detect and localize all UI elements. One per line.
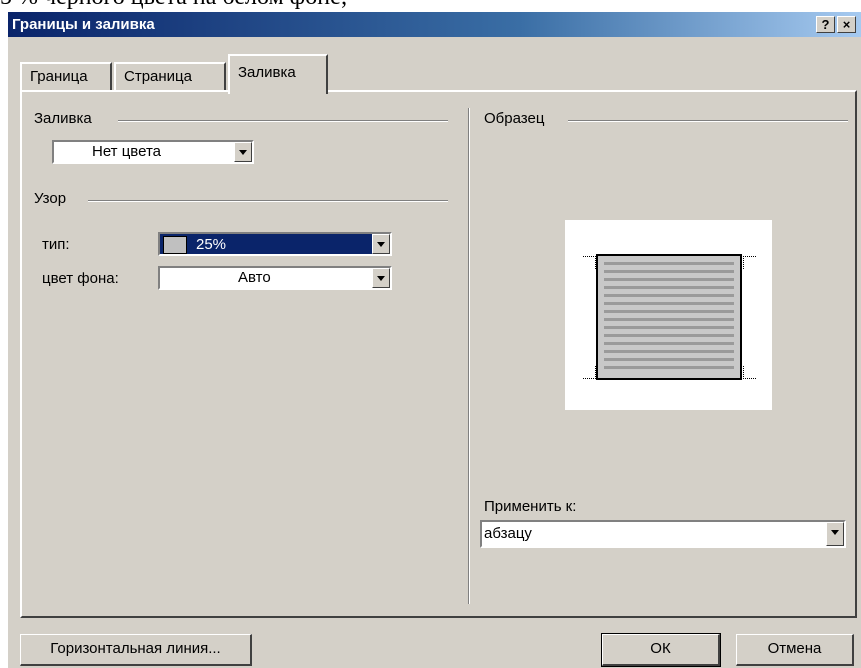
- pattern-type-value: 25%: [196, 236, 227, 253]
- bg-color-value: Авто: [238, 269, 271, 286]
- preview-paragraph-frame: [596, 254, 742, 380]
- close-button[interactable]: ×: [837, 16, 856, 33]
- tab-shading[interactable]: Заливка: [228, 54, 328, 94]
- borders-and-shading-dialog: Границы и заливка ? × Граница Страница З…: [8, 12, 861, 668]
- pattern-swatch: [163, 236, 187, 254]
- tab-shading-label: Заливка: [238, 64, 296, 81]
- bg-color-combo[interactable]: Авто: [158, 266, 392, 290]
- chevron-down-icon[interactable]: [372, 234, 390, 254]
- fill-group-line: [118, 120, 448, 122]
- apply-to-label: Применить к:: [484, 498, 577, 515]
- crop-mark-top-left: [583, 256, 596, 269]
- preview-group-line: [568, 120, 848, 122]
- fill-group-label: Заливка: [34, 110, 98, 127]
- ok-button[interactable]: ОК: [601, 633, 721, 667]
- apply-to-combo[interactable]: абзацу: [480, 520, 846, 548]
- tab-border-label: Граница: [30, 68, 88, 85]
- crop-mark-bottom-left: [583, 366, 596, 379]
- crop-mark-bottom-right: [743, 366, 756, 379]
- fill-color-combo[interactable]: Нет цвета: [52, 140, 254, 164]
- pattern-type-combo[interactable]: 25%: [158, 232, 392, 256]
- preview-text-lines: [604, 262, 734, 372]
- group-separator: [468, 108, 470, 604]
- preview-sample[interactable]: [565, 220, 772, 410]
- pattern-group-label: Узор: [34, 190, 73, 207]
- document-text: 5 % черного цвета на белом фоне;: [0, 0, 861, 10]
- tab-page-label: Страница: [124, 68, 192, 85]
- dialog-title: Границы и заливка: [12, 16, 155, 33]
- tab-border[interactable]: Граница: [20, 62, 112, 92]
- pattern-type-selection: [160, 234, 372, 254]
- pattern-group-line: [88, 200, 448, 202]
- chevron-down-icon[interactable]: [372, 268, 390, 288]
- cancel-button[interactable]: Отмена: [736, 634, 854, 666]
- crop-mark-top-right: [743, 256, 756, 269]
- apply-to-value: абзацу: [484, 525, 532, 542]
- chevron-down-icon[interactable]: [234, 142, 252, 162]
- chevron-down-icon[interactable]: [826, 522, 844, 546]
- help-button[interactable]: ?: [816, 16, 835, 33]
- tab-page[interactable]: Страница: [114, 62, 226, 92]
- title-bar[interactable]: Границы и заливка ? ×: [8, 12, 861, 37]
- bg-color-label: цвет фона:: [42, 270, 119, 287]
- horizontal-line-button[interactable]: Горизонтальная линия...: [20, 634, 252, 666]
- fill-color-value: Нет цвета: [92, 143, 161, 160]
- preview-group-label: Образец: [484, 110, 551, 127]
- pattern-type-label: тип:: [42, 236, 70, 253]
